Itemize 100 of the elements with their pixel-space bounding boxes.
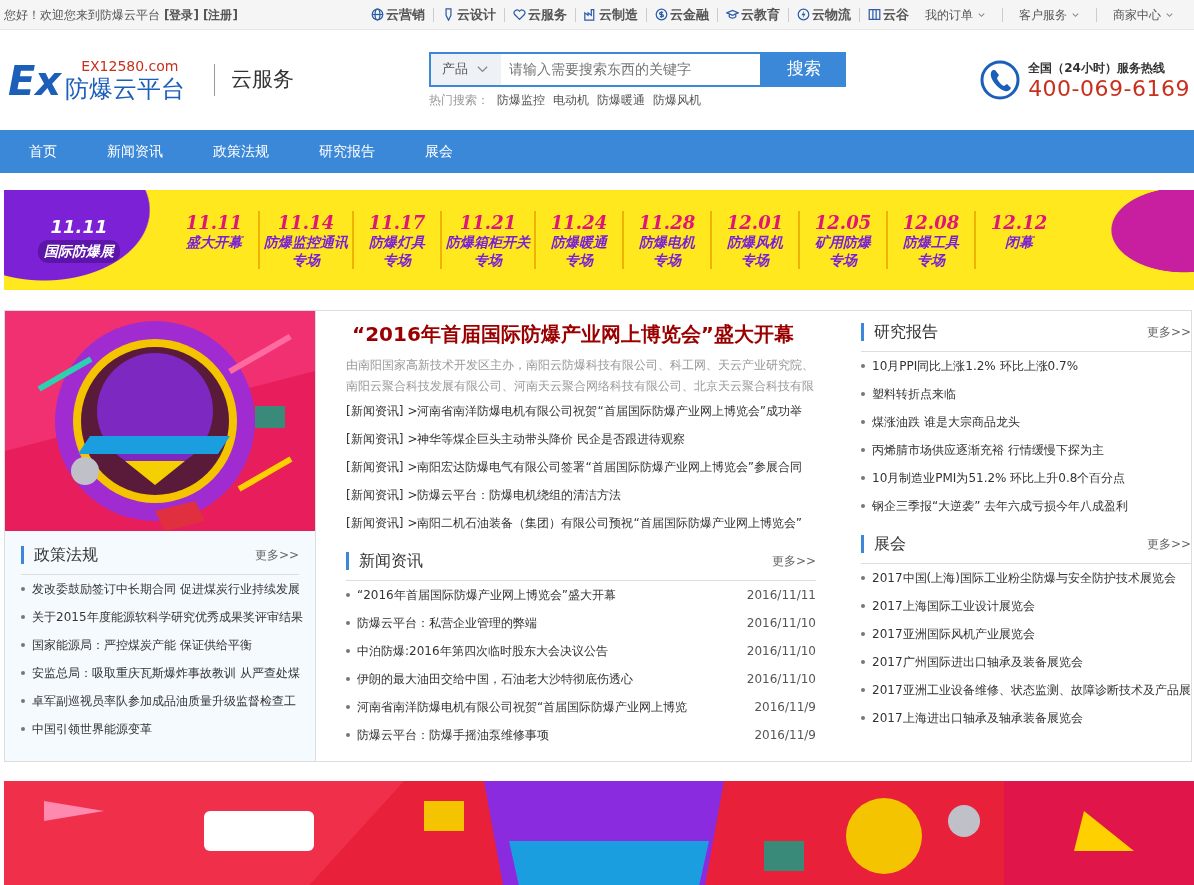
article-link[interactable]: >南阳二机石油装备（集团）有限公司预祝“首届国际防爆产业网上博览会” [407,509,802,537]
service-link[interactable]: 云物流 [797,4,851,25]
category-tag: [新闻资讯] [346,425,404,453]
caret-icon [977,10,986,19]
more-link[interactable]: 更多>> [1146,323,1191,341]
nav-link[interactable]: 首页 [4,130,82,173]
event-label: 盛大开幕 [186,234,242,252]
article-link[interactable]: >河南省南洋防爆电机有限公司祝贺“首届国际防爆产业网上博览会”成功举 [407,397,802,425]
article-link[interactable]: “2016年首届国际防爆产业网上博览会”盛大开幕 [357,586,616,604]
article-link[interactable]: 卓军副巡视员率队参加成品油质量升级监督检查工 [32,692,296,710]
hot-search-link[interactable]: 防爆风机 [652,90,701,109]
event-date: 11.14 [277,210,335,235]
more-link[interactable]: 更多>> [254,546,299,564]
event-label: 防爆监控通讯 [264,234,348,252]
menu-dropdown[interactable]: 我的订单 [925,5,986,24]
category-tag: [新闻资讯] [346,397,404,425]
caret-icon [1165,10,1174,19]
logo-domain: EX12580.com [81,59,179,73]
hot-search-link[interactable]: 电动机 [552,90,589,109]
article-link[interactable]: 丙烯腈市场供应逐渐充裕 行情缓慢下探为主 [872,441,1104,459]
bullet-icon [346,593,350,597]
event-label: 专场 [292,251,320,270]
article-link[interactable]: >防爆云平台：防爆电机绕组的清洁方法 [407,481,622,509]
article-link[interactable]: >南阳宏达防爆电气有限公司签署“首届国际防爆产业网上博览会”参展合同 [407,453,802,481]
bullet-icon [21,615,25,619]
service-link[interactable]: 云教育 [726,4,780,25]
bullet-icon [346,621,350,625]
article-link[interactable]: 国家能源局：严控煤炭产能 保证供给平衡 [32,636,252,654]
pen-icon [442,8,455,21]
more-link[interactable]: 更多>> [771,552,816,570]
article-link[interactable]: 煤涨油跌 谁是大宗商品龙头 [872,413,1020,431]
event-label: 专场 [474,251,502,270]
heart-icon [513,8,526,21]
article-link[interactable]: 2017上海国际工业设计展览会 [872,597,1035,615]
service-link[interactable]: 云设计 [442,4,496,25]
bullet-icon [861,476,865,480]
event-label: 防爆箱柜开关 [446,234,530,252]
article-link[interactable]: 塑料转折点来临 [872,385,956,403]
service-link[interactable]: 云制造 [584,4,638,25]
article-link[interactable]: 河南省南洋防爆电机有限公司祝贺“首届国际防爆产业网上博览 [357,698,688,716]
service-link[interactable]: 云服务 [513,4,567,25]
headline-link[interactable]: “2016年首届国际防爆产业网上博览会”盛大开幕 [352,319,846,349]
event-label: 专场 [917,251,945,270]
bullet-icon [21,671,25,675]
section-heading: 展会 [861,535,906,553]
event-date: 12.01 [726,210,784,235]
service-link[interactable]: 云营销 [371,4,425,25]
event-label: 防爆电机 [639,234,695,252]
account-link[interactable]: [注册] [202,5,238,24]
nav-link[interactable]: 展会 [400,130,478,173]
article-link[interactable]: 安监总局：吸取重庆瓦斯爆炸事故教训 从严查处煤 [32,664,300,682]
more-link[interactable]: 更多>> [1146,535,1191,553]
article-link[interactable]: 防爆云平台：私营企业管理的弊端 [357,614,537,632]
category-dropdown[interactable]: 产品 [430,53,501,85]
bullet-icon [21,587,25,591]
article-link[interactable]: 伊朗的最大油田交给中国，石油老大沙特彻底伤透心 [357,670,633,688]
menu-dropdown[interactable]: 商家中心 [1113,5,1174,24]
article-link[interactable]: 钢企三季报“大逆袭” 去年六成亏损今年八成盈利 [872,497,1129,515]
article-link[interactable]: 中泊防爆:2016年第四次临时股东大会决议公告 [357,642,608,660]
bullet-icon [346,705,350,709]
event-date: 11.24 [550,210,608,235]
article-link[interactable]: 中国引领世界能源变革 [32,720,152,738]
event-date: 12.12 [990,210,1048,235]
account-link[interactable]: [登录] [164,5,199,24]
article-link[interactable]: 关于2015年度能源软科学研究优秀成果奖评审结果 [32,608,303,626]
article-link[interactable]: 2017上海进出口轴承及轴承装备展览会 [872,709,1083,727]
search-button[interactable]: 搜索 [761,51,846,87]
hot-search-link[interactable]: 防爆监控 [496,90,545,109]
article-link[interactable]: 发改委鼓励签订中长期合同 促进煤炭行业持续发展 [32,580,300,598]
nav-link[interactable]: 政策法规 [188,130,294,173]
article-link[interactable]: 2017亚洲工业设备维修、状态监测、故障诊断技术及产品展 [872,681,1191,699]
logo-mark: Ex [8,61,62,101]
hot-search-label: 热门搜索： [428,91,489,109]
article-link[interactable]: 2017中国(上海)国际工业粉尘防爆与安全防护技术展览会 [872,569,1176,587]
section-heading: 政策法规 [21,546,98,564]
nav-link[interactable]: 研究报告 [294,130,400,173]
nav-link[interactable]: 新闻资讯 [82,130,188,173]
event-date: 11.28 [638,210,696,235]
article-link[interactable]: 2017广州国际进出口轴承及装备展览会 [872,653,1083,671]
hot-search-link[interactable]: 防爆暖通 [596,90,645,109]
service-link[interactable]: 云谷 [868,4,909,25]
search-field[interactable]: 产品 请输入需要搜索东西的关键字 [428,51,762,87]
event-label: 专场 [829,251,857,270]
service-link[interactable]: 云金融 [655,4,709,25]
article-link[interactable]: 10月制造业PMI为51.2% 环比上升0.8个百分点 [872,469,1126,487]
bullet-icon [861,448,865,452]
lightning-icon [797,8,810,21]
section-title: 云服务 [214,64,294,96]
menu-dropdown[interactable]: 客户服务 [1019,5,1080,24]
event-label: 专场 [565,251,593,270]
event-date: 12.05 [814,210,872,235]
bullet-icon [21,643,25,647]
promo-banner[interactable]: 11.11 国际防爆展 11.11 盛大开幕 11.14 防爆监控通讯 专场 11.17 防爆灯具 专场 11.21 防爆箱柜开关 专场 11.24 防爆暖通 专场 11.28 防爆电机 专场 12.01 防爆风机 专场 12.05 矿用防爆 专场 12.08 防爆工具 专场 12.12 闭幕 [4,190,1194,290]
article-link[interactable]: 防爆云平台：防爆手摇油泵维修事项 [357,726,549,744]
bullet-icon [861,632,865,636]
article-link[interactable]: >神华等煤企巨头主动带头降价 民企是否跟进待观察 [407,425,686,453]
event-label: 专场 [741,251,769,270]
article-link[interactable]: 2017亚洲国际风机产业展览会 [872,625,1035,643]
article-link[interactable]: 10月PPI同比上涨1.2% 环比上涨0.7% [872,357,1079,375]
graduation-cap-icon [726,8,739,21]
